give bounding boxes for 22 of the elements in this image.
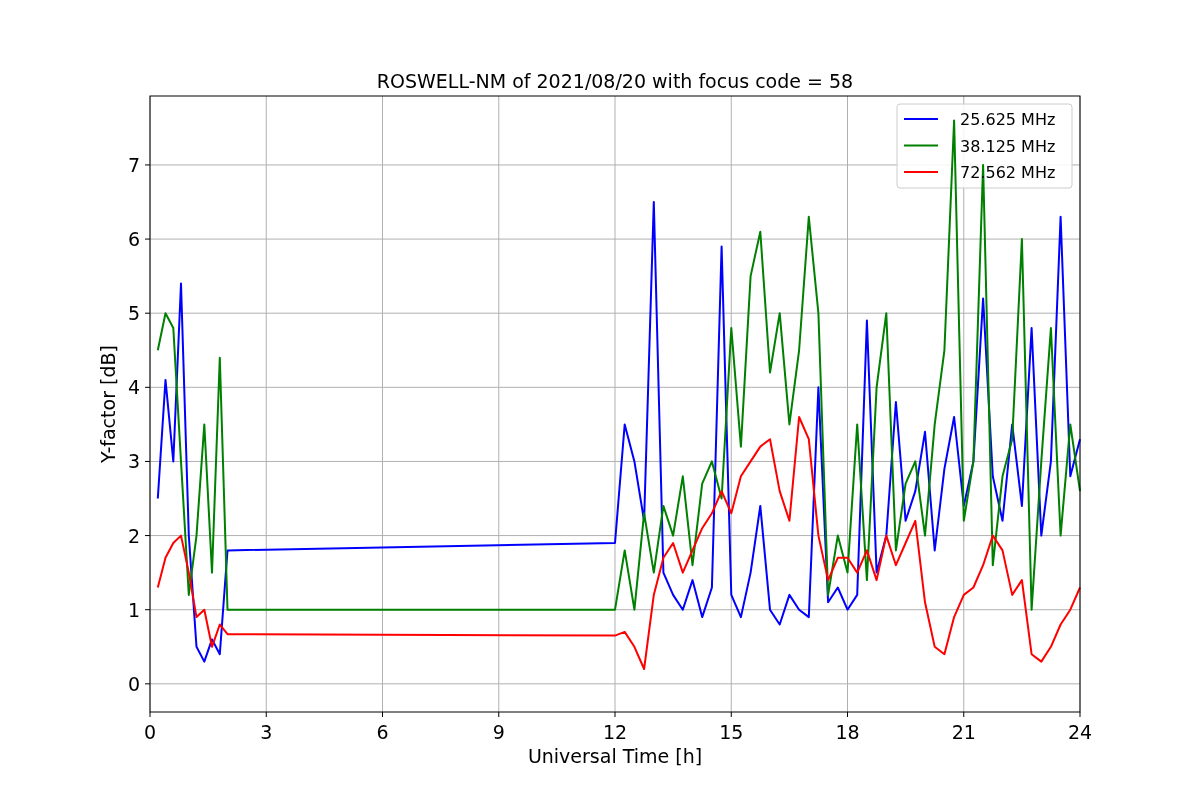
x-tick-label: 6	[376, 721, 389, 743]
y-tick-label: 3	[127, 450, 140, 473]
y-tick-label: 0	[127, 672, 140, 695]
x-tick-label: 15	[719, 721, 744, 743]
y-tick-label: 5	[127, 302, 140, 325]
y-tick-label: 7	[127, 153, 140, 176]
x-tick-label: 18	[835, 721, 860, 743]
y-tick-label: 2	[127, 524, 140, 547]
x-tick-label: 21	[951, 721, 976, 743]
x-tick-label: 9	[492, 721, 505, 743]
chart-title: ROSWELL-NM of 2021/08/20 with focus code = 58	[376, 70, 854, 92]
y-tick-label: 1	[127, 598, 140, 621]
legend-label: 38.125 MHz	[960, 136, 1056, 156]
x-tick-label: 0	[143, 721, 157, 743]
y-tick-label: 6	[127, 228, 140, 251]
x-tick-label: 3	[260, 721, 273, 743]
legend-label: 25.625 MHz	[960, 110, 1056, 129]
x-axis-label: Universal Time [h]	[527, 745, 703, 767]
y-axis-label: Y-factor [dB]	[97, 345, 119, 463]
x-tick-label: 12	[602, 721, 628, 743]
y-tick-label: 4	[127, 376, 140, 399]
x-tick-label: 24	[1067, 721, 1093, 743]
